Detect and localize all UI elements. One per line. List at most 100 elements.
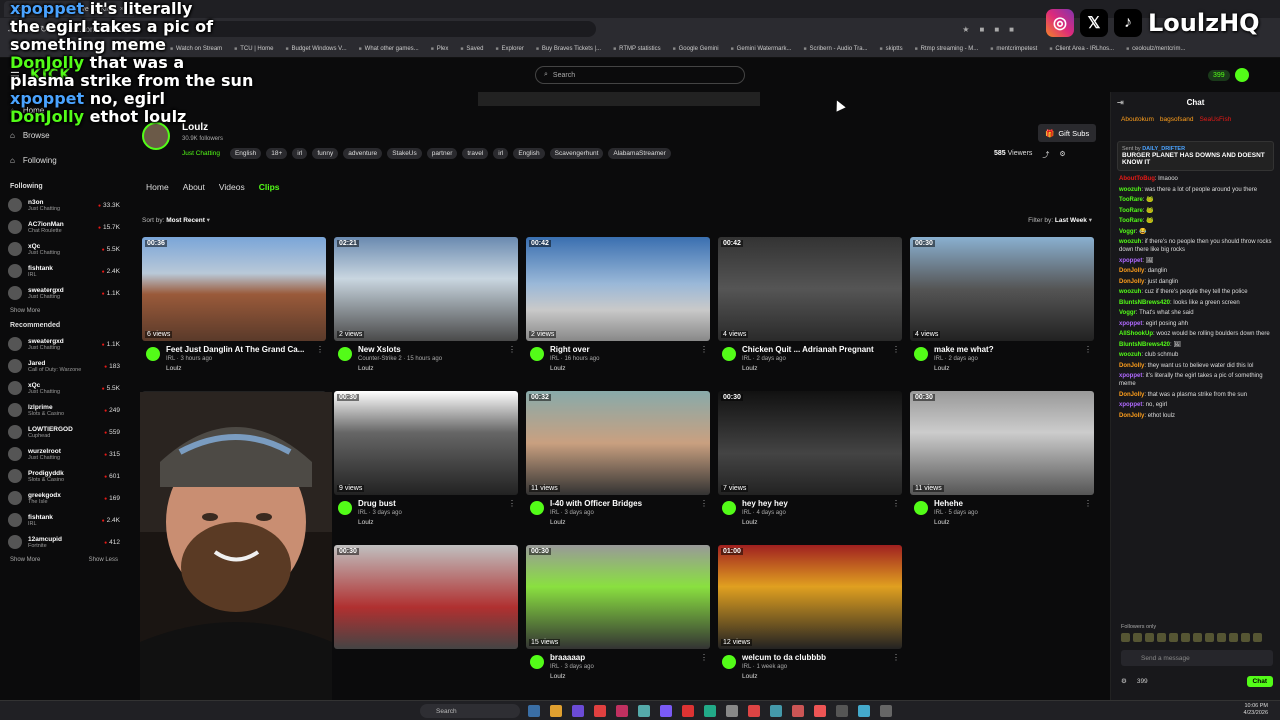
sidebar-channel[interactable]: 12amcupidFortnite 412 bbox=[0, 531, 128, 553]
sidebar-channel[interactable]: lzlprimeSlots & Casino 249 bbox=[0, 399, 128, 421]
more-options-icon[interactable]: ⋮ bbox=[892, 499, 900, 508]
chat-username[interactable]: DonJolly bbox=[1119, 279, 1144, 285]
channel-tag[interactable]: travel bbox=[462, 148, 489, 159]
app-icon[interactable] bbox=[792, 705, 804, 717]
clip-thumbnail[interactable]: 00:32 11 views bbox=[526, 391, 710, 495]
chat-username[interactable]: TooRare bbox=[1119, 218, 1143, 224]
chat-username[interactable]: woozuh bbox=[1119, 352, 1141, 358]
sidebar-channel[interactable]: AC7ionManChat Roulette 15.7K bbox=[0, 216, 128, 238]
sidebar-channel[interactable]: fishtankIRL 2.4K bbox=[0, 260, 128, 282]
more-options-icon[interactable]: ⋮ bbox=[508, 499, 516, 508]
clip-card[interactable]: 02:21 2 views New Xslots Counter-Strike 2 ·… bbox=[334, 237, 518, 385]
sidebar-channel[interactable]: greekgodxThe Isle 169 bbox=[0, 487, 128, 509]
app-icon[interactable] bbox=[638, 705, 650, 717]
gift-subs-button[interactable]: 🎁 Gift Subs bbox=[1038, 124, 1097, 142]
clip-thumbnail[interactable]: 00:30 11 views bbox=[910, 391, 1094, 495]
clip-author-avatar[interactable] bbox=[146, 347, 160, 361]
chat-username[interactable]: woozuh bbox=[1119, 187, 1141, 193]
clip-thumbnail[interactable]: 00:42 2 views bbox=[526, 237, 710, 341]
emote-icon[interactable] bbox=[1145, 633, 1154, 642]
clip-title[interactable]: Right over bbox=[550, 345, 700, 354]
chat-username[interactable]: DonJolly bbox=[1119, 363, 1144, 369]
chat-username[interactable]: Voggr bbox=[1119, 229, 1136, 235]
clip-author[interactable]: Loulz bbox=[358, 365, 374, 372]
clip-thumbnail[interactable]: 00:30 bbox=[334, 545, 518, 649]
channel-tag[interactable]: AlabamaStreamer bbox=[608, 148, 671, 159]
chat-username[interactable]: AboutToBug bbox=[1119, 176, 1155, 182]
clip-card[interactable]: 00:30 11 views Hehehe IRL · 5 days ago Loulz… bbox=[910, 391, 1094, 539]
clip-title[interactable]: make me what? bbox=[934, 345, 1084, 354]
collapse-chat-icon[interactable]: ⇥ bbox=[1117, 98, 1124, 107]
app-icon[interactable] bbox=[528, 705, 540, 717]
discord-icon[interactable] bbox=[660, 705, 672, 717]
more-options-icon[interactable]: ⋮ bbox=[700, 345, 708, 354]
sidebar-channel[interactable]: ProdigyddkSlots & Casino 601 bbox=[0, 465, 128, 487]
clip-author[interactable]: Loulz bbox=[358, 519, 374, 526]
emote-icon[interactable] bbox=[1169, 633, 1178, 642]
clip-author[interactable]: Loulz bbox=[742, 365, 758, 372]
channel-tag[interactable]: irl bbox=[292, 148, 308, 159]
emote-icon[interactable] bbox=[1121, 633, 1130, 642]
chat-username[interactable]: xpoppet bbox=[1119, 373, 1142, 379]
more-options-icon[interactable]: ⋮ bbox=[700, 653, 708, 662]
channel-tag[interactable]: 18+ bbox=[266, 148, 288, 159]
tab-home[interactable]: Home bbox=[146, 182, 169, 192]
category-link[interactable]: Just Chatting bbox=[182, 148, 225, 159]
clip-author-avatar[interactable] bbox=[722, 655, 736, 669]
emote-icon[interactable] bbox=[1205, 633, 1214, 642]
app-icon[interactable] bbox=[704, 705, 716, 717]
sidebar-channel[interactable]: xQcJust Chatting 5.5K bbox=[0, 238, 128, 260]
clip-author-avatar[interactable] bbox=[914, 347, 928, 361]
search-input[interactable]: ⌕ Search bbox=[535, 66, 745, 84]
chat-username[interactable]: woozuh bbox=[1119, 239, 1141, 245]
more-options-icon[interactable]: ⋮ bbox=[700, 499, 708, 508]
sidebar-channel[interactable]: xQcJust Chatting 5.5K bbox=[0, 377, 128, 399]
clip-author[interactable]: Loulz bbox=[550, 365, 566, 372]
chat-username[interactable]: TooRare bbox=[1119, 208, 1143, 214]
more-options-icon[interactable]: ⋮ bbox=[508, 345, 516, 354]
clip-author[interactable]: Loulz bbox=[934, 519, 950, 526]
channel-tag[interactable]: Scavengerhunt bbox=[549, 148, 604, 159]
bookmark-item[interactable]: ceoloulz/mentcrim... bbox=[1126, 46, 1185, 52]
sidebar-channel[interactable]: LOWTIERGODCuphead 559 bbox=[0, 421, 128, 443]
chat-send-button[interactable]: Chat bbox=[1246, 675, 1273, 687]
settings-icon[interactable]: ⚙ bbox=[1059, 150, 1065, 160]
more-options-icon[interactable]: ⋮ bbox=[316, 345, 324, 354]
steam-icon[interactable] bbox=[770, 705, 782, 717]
clip-author[interactable]: Loulz bbox=[166, 365, 182, 372]
emote-icon[interactable] bbox=[1157, 633, 1166, 642]
clip-title[interactable]: braaaaap bbox=[550, 653, 700, 662]
gifter-name[interactable]: SeaUsFish bbox=[1200, 116, 1232, 123]
chat-username[interactable]: AllShookUp bbox=[1119, 331, 1153, 337]
clip-title[interactable]: I-40 with Officer Bridges bbox=[550, 499, 700, 508]
app-icon[interactable] bbox=[726, 705, 738, 717]
more-options-icon[interactable]: ⋮ bbox=[892, 345, 900, 354]
bookmark-item[interactable]: Buy Braves Tickets |... bbox=[536, 46, 601, 52]
clip-author-avatar[interactable] bbox=[530, 501, 544, 515]
clip-card[interactable]: 00:30 7 views hey hey hey IRL · 4 days ago L… bbox=[718, 391, 902, 539]
user-avatar[interactable] bbox=[1234, 68, 1249, 82]
emote-icon[interactable] bbox=[1253, 633, 1262, 642]
bookmark-item[interactable]: Gemini Watermark... bbox=[731, 46, 792, 52]
chat-username[interactable]: xpoppet bbox=[1119, 402, 1142, 408]
bookmark-item[interactable]: Scribern - Audio Tra... bbox=[803, 46, 868, 52]
bookmark-item[interactable]: skiptts bbox=[880, 46, 903, 52]
clip-title[interactable]: hey hey hey bbox=[742, 499, 892, 508]
chat-username[interactable]: TooRare bbox=[1119, 197, 1143, 203]
filter-by-dropdown[interactable]: Filter by: Last Week ▾ bbox=[1028, 216, 1092, 224]
channel-tag[interactable]: adventure bbox=[343, 148, 383, 159]
channel-tag[interactable]: English bbox=[513, 148, 545, 159]
more-options-icon[interactable]: ⋮ bbox=[1084, 345, 1092, 354]
bookmark-item[interactable]: Saved bbox=[460, 46, 483, 52]
star-icon[interactable]: ★ bbox=[962, 25, 969, 34]
bookmark-item[interactable]: RTMP statistics bbox=[613, 46, 660, 52]
clip-thumbnail[interactable]: 00:30 9 views bbox=[334, 391, 518, 495]
clip-card[interactable]: 00:30 9 views Drug bust IRL · 3 days ago Lou… bbox=[334, 391, 518, 539]
share-icon[interactable]: ⤴ bbox=[1042, 150, 1049, 160]
clip-thumbnail[interactable]: 00:30 15 views bbox=[526, 545, 710, 649]
clip-author[interactable]: Loulz bbox=[742, 673, 758, 680]
chrome-icon[interactable] bbox=[594, 705, 606, 717]
chat-username[interactable]: BluntsNBrews420 bbox=[1119, 342, 1170, 348]
clip-author[interactable]: Loulz bbox=[550, 519, 566, 526]
clip-card[interactable]: 00:30 bbox=[334, 545, 518, 693]
